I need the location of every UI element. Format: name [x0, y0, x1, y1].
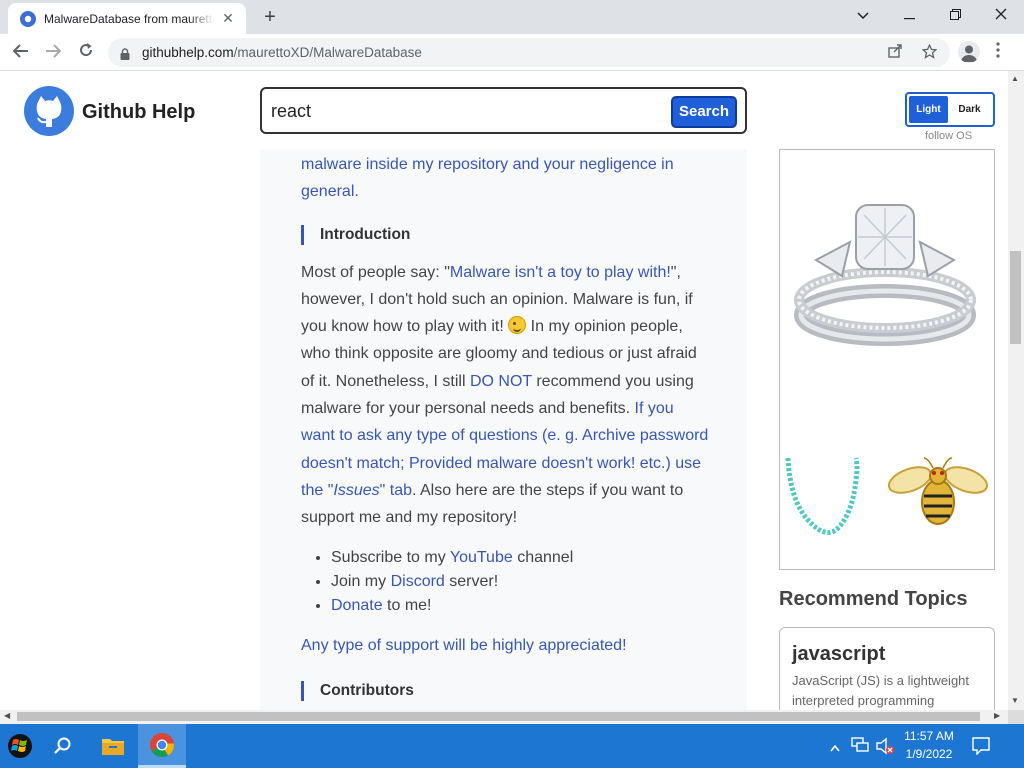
- scroll-up-arrow-icon[interactable]: ▲: [1011, 74, 1019, 83]
- tab-title: MalwareDatabase from mauretto: [44, 11, 214, 26]
- minimize-icon[interactable]: [886, 2, 932, 30]
- close-window-icon[interactable]: [978, 2, 1024, 30]
- heading-introduction: Introduction: [301, 224, 711, 245]
- network-icon[interactable]: [851, 737, 869, 758]
- scroll-left-arrow-icon[interactable]: ◀: [4, 711, 10, 720]
- url-text: githubhelp.com/maurettoXD/MalwareDatabas…: [142, 45, 422, 60]
- vertical-scrollbar[interactable]: ▲ ▼: [1008, 71, 1024, 710]
- search-icon[interactable]: [44, 724, 82, 768]
- list-item: Join my Discord server!: [331, 570, 711, 594]
- browser-toolbar: githubhelp.com/maurettoXD/MalwareDatabas…: [0, 34, 1024, 71]
- search-input[interactable]: react: [271, 101, 311, 122]
- p1-text-a: Most of people say: ": [301, 263, 450, 281]
- horizontal-scrollbar[interactable]: ◀ ▶: [0, 710, 1008, 724]
- youtube-link[interactable]: YouTube: [450, 549, 513, 566]
- issues-link-end: " tab: [379, 481, 412, 499]
- horizontal-scroll-thumb[interactable]: [17, 712, 980, 721]
- new-tab-icon[interactable]: +: [258, 6, 282, 30]
- intro-paragraph: malware inside my repository and your ne…: [301, 151, 711, 206]
- share-icon[interactable]: [888, 44, 903, 62]
- windows-start-icon[interactable]: [0, 724, 40, 768]
- scrollbar-corner: [1008, 710, 1024, 724]
- tray-expand-icon[interactable]: [830, 739, 840, 757]
- theme-follow-os-label[interactable]: follow OS: [925, 130, 972, 142]
- volume-muted-icon[interactable]: [875, 737, 895, 760]
- clock-date[interactable]: 1/9/2022: [900, 747, 958, 761]
- heading-contributors: Contributors: [301, 680, 711, 701]
- profile-avatar-icon[interactable]: [958, 41, 980, 63]
- jewelry-ad-image: [785, 204, 989, 535]
- topic-description: JavaScript (JS) is a lightweight interpr…: [792, 673, 970, 708]
- discord-link[interactable]: Discord: [391, 573, 445, 590]
- github-help-logo-icon[interactable]: [24, 86, 74, 136]
- intro-link[interactable]: malware inside my repository and your ne…: [301, 156, 674, 200]
- list-item: Subscribe to my YouTube channel: [331, 546, 711, 570]
- tab-search-chevron-icon[interactable]: [840, 2, 886, 30]
- list-item-post: to me!: [382, 596, 432, 614]
- list-item-post: server!: [444, 572, 499, 590]
- tab-close-icon[interactable]: ✕: [220, 10, 236, 27]
- back-icon[interactable]: [8, 40, 34, 66]
- theme-light-button[interactable]: Light: [909, 96, 948, 123]
- list-item-post: channel: [512, 548, 574, 566]
- support-paragraph: Any type of support will be highly appre…: [301, 632, 711, 659]
- scroll-down-arrow-icon[interactable]: ▼: [1011, 696, 1019, 705]
- issues-link-em: Issues: [333, 481, 380, 499]
- list-item: Donate to me!: [331, 594, 711, 618]
- do-not-link[interactable]: DO NOT: [470, 373, 532, 390]
- site-favicon-icon: [20, 10, 36, 27]
- browser-tab[interactable]: MalwareDatabase from mauretto ✕: [8, 3, 246, 34]
- clock-time[interactable]: 11:57 AM: [900, 729, 958, 743]
- scroll-right-arrow-icon[interactable]: ▶: [994, 711, 1000, 720]
- donate-link[interactable]: Donate: [331, 597, 383, 614]
- browser-menu-icon[interactable]: [996, 42, 1000, 63]
- lock-icon[interactable]: [120, 47, 130, 60]
- theme-toggle[interactable]: Light Dark: [905, 92, 995, 127]
- chrome-taskbar-icon[interactable]: [138, 724, 186, 768]
- address-bar[interactable]: githubhelp.com/maurettoXD/MalwareDatabas…: [108, 38, 950, 67]
- bookmark-star-icon[interactable]: [921, 43, 938, 63]
- topic-title[interactable]: javascript: [792, 643, 982, 666]
- file-explorer-icon[interactable]: [92, 724, 134, 768]
- tab-strip: MalwareDatabase from mauretto ✕ +: [0, 0, 1024, 34]
- jewelry-ad[interactable]: [779, 149, 995, 570]
- page-viewport: Github Help react Search Light Dark foll…: [0, 71, 1008, 710]
- list-item-pre: Subscribe to my: [331, 548, 450, 566]
- reload-icon[interactable]: [73, 40, 99, 66]
- search-button[interactable]: Search: [671, 96, 737, 128]
- theme-dark-button[interactable]: Dark: [948, 96, 991, 123]
- vertical-scroll-thumb[interactable]: [1010, 251, 1021, 344]
- recommend-topics-title: Recommend Topics: [779, 588, 968, 610]
- intro-body-paragraph: Most of people say: "Malware isn't a toy…: [301, 259, 711, 532]
- restore-icon[interactable]: [932, 2, 978, 30]
- list-item-pre: Join my: [331, 572, 391, 590]
- article-panel: malware inside my repository and your ne…: [260, 149, 747, 710]
- site-name[interactable]: Github Help: [82, 101, 195, 124]
- support-list: Subscribe to my YouTube channel Join my …: [331, 546, 711, 618]
- search-box[interactable]: react Search: [260, 87, 747, 134]
- notifications-icon[interactable]: [972, 737, 990, 760]
- topic-card-javascript[interactable]: javascript JavaScript (JS) is a lightwei…: [779, 627, 995, 710]
- forward-icon[interactable]: [40, 40, 66, 66]
- article-body: malware inside my repository and your ne…: [301, 149, 711, 710]
- support-link[interactable]: Any type of support will be highly appre…: [301, 637, 627, 654]
- url-path: /maurettoXD/MalwareDatabase: [233, 45, 422, 60]
- wink-emoji-icon: [508, 316, 527, 335]
- windows-taskbar: 11:57 AM 1/9/2022: [0, 724, 1024, 768]
- malware-toy-link[interactable]: Malware isn't a toy to play with!: [450, 264, 671, 281]
- url-domain: githubhelp.com: [142, 45, 234, 60]
